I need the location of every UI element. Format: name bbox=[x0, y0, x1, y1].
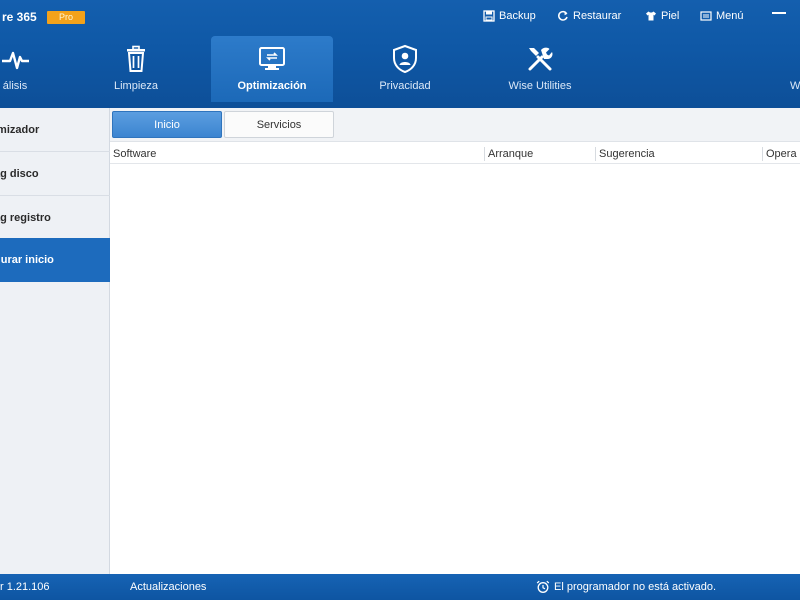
sidebar-item-optimizer[interactable]: imizador bbox=[0, 108, 110, 152]
tab-wise-utilities[interactable]: Wise Utilities bbox=[500, 36, 580, 102]
minimize-button[interactable] bbox=[772, 12, 786, 14]
scheduler-status[interactable]: El programador no está activado. bbox=[536, 579, 716, 595]
table-header: Software Arranque Sugerencia Opera bbox=[110, 144, 800, 164]
subtab-bar: Inicio Servicios bbox=[110, 108, 800, 142]
restore-label: Restaurar bbox=[573, 10, 622, 22]
app-title: re 365 bbox=[2, 10, 37, 24]
menu-label: Menú bbox=[716, 10, 744, 22]
tab-label: Optimización bbox=[237, 80, 307, 92]
sidebar: imizador ag disco ag registro gurar inic… bbox=[0, 108, 110, 574]
column-header-software[interactable]: Software bbox=[110, 144, 484, 164]
shirt-icon bbox=[646, 11, 656, 21]
pro-badge: Pro bbox=[47, 11, 85, 24]
sidebar-item-registry-defrag[interactable]: ag registro bbox=[0, 196, 110, 240]
tools-icon bbox=[528, 47, 553, 71]
pulse-icon bbox=[2, 51, 29, 70]
updates-link[interactable]: Actualizaciones bbox=[130, 581, 206, 593]
tab-analysis[interactable]: álisis bbox=[0, 36, 50, 102]
sidebar-item-startup-config[interactable]: gurar inicio bbox=[0, 238, 110, 282]
refresh-icon bbox=[558, 10, 568, 21]
tab-privacy[interactable]: Privacidad bbox=[365, 36, 445, 102]
menu-button[interactable]: Menú bbox=[700, 8, 744, 24]
tab-cleanup[interactable]: Limpieza bbox=[100, 36, 172, 102]
trash-icon bbox=[127, 45, 145, 72]
tab-optimization[interactable]: Optimización bbox=[211, 36, 333, 102]
skin-label: Piel bbox=[661, 10, 680, 22]
column-header-suggestion[interactable]: Sugerencia bbox=[596, 144, 762, 164]
main-tabs: álisis Limpieza Optimización Privacidad … bbox=[0, 36, 800, 104]
tab-label: Privacidad bbox=[379, 80, 431, 92]
sidebar-item-label: ag registro bbox=[0, 212, 51, 224]
backup-button[interactable]: Backup bbox=[483, 8, 536, 24]
scheduler-status-text: El programador no está activado. bbox=[554, 581, 717, 593]
tab-label: álisis bbox=[2, 80, 28, 92]
status-bar: r 1.21.106 Actualizaciones El programado… bbox=[0, 574, 800, 600]
sidebar-item-label: imizador bbox=[0, 124, 40, 136]
monitor-icon bbox=[259, 47, 285, 70]
shield-user-icon bbox=[393, 44, 417, 74]
tab-label: Limpieza bbox=[113, 80, 159, 92]
save-icon bbox=[483, 10, 495, 22]
main-panel: Inicio Servicios Software Arranque Suger… bbox=[110, 108, 800, 574]
alarm-clock-icon bbox=[536, 580, 550, 593]
sidebar-item-label: gurar inicio bbox=[0, 254, 54, 266]
tab-cropped[interactable]: W bbox=[786, 36, 800, 102]
app-header: re 365 Pro Backup Restaurar Piel Menú ál… bbox=[0, 0, 800, 108]
column-header-operation[interactable]: Opera bbox=[763, 144, 800, 164]
backup-label: Backup bbox=[499, 10, 536, 22]
restore-button[interactable]: Restaurar bbox=[557, 8, 621, 24]
menu-icon bbox=[700, 11, 712, 21]
title-bar: re 365 Pro Backup Restaurar Piel Menú bbox=[0, 0, 800, 32]
skin-button[interactable]: Piel bbox=[645, 8, 679, 24]
subtab-services[interactable]: Servicios bbox=[224, 111, 334, 138]
subtab-startup[interactable]: Inicio bbox=[112, 111, 222, 138]
sidebar-item-label: ag disco bbox=[0, 168, 39, 180]
column-header-startup[interactable]: Arranque bbox=[485, 144, 595, 164]
sidebar-item-disk-defrag[interactable]: ag disco bbox=[0, 152, 110, 196]
version-label: r 1.21.106 bbox=[0, 581, 50, 593]
tab-label: W bbox=[790, 80, 800, 92]
tab-label: Wise Utilities bbox=[508, 80, 572, 92]
